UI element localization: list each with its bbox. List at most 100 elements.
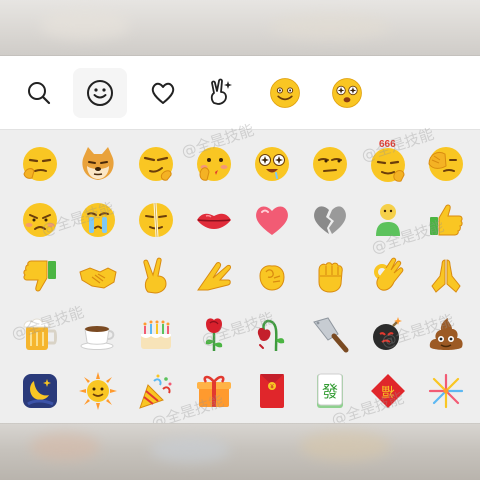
fortune-character: 福 — [381, 383, 394, 398]
star-eyes-face-icon — [332, 78, 362, 108]
emoji-beer[interactable] — [19, 313, 61, 355]
emoji-fortune[interactable]: 福 — [367, 370, 409, 412]
thumbs-up-icon — [430, 204, 463, 236]
emoji-victory[interactable] — [135, 255, 177, 297]
facepalm-face-icon — [428, 147, 463, 181]
emoji-broken-heart[interactable] — [309, 199, 351, 241]
rose-icon — [205, 318, 223, 351]
blurred-background-bottom — [0, 423, 480, 480]
smiley-outline-icon — [87, 80, 113, 106]
emoji-cool[interactable] — [135, 143, 177, 185]
emoji-crying[interactable] — [77, 199, 119, 241]
birthday-cake-icon — [141, 320, 171, 349]
tab-wow[interactable] — [320, 68, 374, 118]
tab-search[interactable] — [12, 68, 66, 118]
emoji-wilted-rose[interactable] — [251, 313, 293, 355]
emoji-bandaged[interactable] — [135, 199, 177, 241]
emoji-coffee[interactable] — [77, 313, 119, 355]
cool-sunglasses-face-icon — [139, 147, 173, 181]
victory-hand-icon — [143, 257, 167, 294]
emoji-panel: 666 ¥ 發 福 @全是技能 @全是技能 @全是技能 @全是技能 @全是技能 … — [0, 56, 480, 423]
kitchen-knife-icon — [313, 317, 349, 353]
moon-night-icon — [23, 374, 57, 408]
crying-face-icon — [81, 203, 115, 237]
emoji-rose[interactable] — [193, 313, 235, 355]
victory-hand-icon — [210, 78, 232, 105]
heart-outline-icon — [151, 82, 175, 104]
doge-icon — [82, 147, 114, 180]
emoji-star-eyes-drool[interactable] — [251, 143, 293, 185]
emoji-fireworks[interactable] — [425, 370, 467, 412]
sun-face-icon — [79, 372, 117, 410]
party-popper-icon — [139, 374, 172, 409]
emoji-party-popper[interactable] — [135, 370, 177, 412]
emoji-thumbs-up[interactable] — [425, 199, 467, 241]
666-badge: 666 — [379, 139, 396, 150]
gift-box-icon — [197, 375, 231, 407]
666-face-icon — [371, 148, 405, 182]
emoji-knife[interactable] — [309, 313, 351, 355]
emoji-green-figure[interactable] — [367, 199, 409, 241]
fist-bump-icon — [259, 265, 285, 291]
emoji-fist[interactable] — [309, 255, 351, 297]
heart-icon — [256, 206, 288, 235]
emoji-moon-night[interactable] — [19, 370, 61, 412]
emoji-grid: 666 ¥ 發 福 — [0, 130, 480, 423]
red-envelope-icon: ¥ — [260, 374, 284, 408]
slap-hand-icon — [197, 262, 231, 291]
tab-gestures[interactable] — [193, 68, 247, 118]
handshake-icon — [79, 267, 117, 289]
tab-favorites[interactable] — [136, 68, 190, 118]
green-figure-icon — [376, 204, 400, 236]
emoji-slap-hand[interactable] — [193, 255, 235, 297]
beer-mug-icon — [23, 318, 57, 350]
emoji-fist-bump[interactable] — [251, 255, 293, 297]
fireworks-icon — [428, 373, 464, 409]
emoji-ok-hand[interactable] — [367, 255, 409, 297]
emoji-lips[interactable] — [193, 199, 235, 241]
blurred-background-top — [0, 0, 480, 56]
emoji-heart[interactable] — [251, 199, 293, 241]
emoji-handshake[interactable] — [77, 255, 119, 297]
emoji-side-eye[interactable] — [309, 143, 351, 185]
thumbs-down-icon — [23, 260, 56, 292]
mahjong-fa-tile-icon: 發 — [317, 373, 343, 408]
bomb-icon — [373, 317, 402, 350]
emoji-poop[interactable] — [425, 313, 467, 355]
side-eye-face-icon — [313, 147, 347, 181]
emoji-mahjong[interactable]: 發 — [309, 370, 351, 412]
smirk-hand-face-icon — [23, 147, 57, 181]
emoji-praying-hands[interactable] — [425, 255, 467, 297]
emoji-smirk-hand[interactable] — [19, 143, 61, 185]
emoji-doge[interactable] — [77, 143, 119, 185]
emoji-666[interactable]: 666 — [367, 139, 409, 185]
emoji-sun[interactable] — [77, 370, 119, 412]
emoji-gift[interactable] — [193, 370, 235, 412]
fist-icon — [318, 262, 343, 293]
wilted-rose-icon — [257, 319, 285, 352]
pouting-face-icon — [23, 203, 57, 237]
smile-face-icon — [270, 78, 300, 108]
tab-emoji[interactable] — [73, 68, 127, 118]
emoji-blowing-kiss[interactable] — [193, 143, 235, 185]
mahjong-character: 發 — [322, 382, 338, 401]
emoji-toolbar — [0, 56, 480, 130]
lips-icon — [197, 213, 231, 229]
ok-hand-icon — [374, 257, 404, 291]
broken-heart-icon — [314, 206, 346, 234]
emoji-facepalm[interactable] — [425, 143, 467, 185]
coffee-cup-icon — [80, 326, 115, 350]
search-icon — [28, 82, 51, 105]
blowing-kiss-face-icon — [197, 147, 231, 181]
emoji-thumbs-down[interactable] — [19, 255, 61, 297]
poop-icon — [429, 318, 463, 350]
praying-hands-icon — [431, 259, 461, 293]
bandaged-face-icon — [139, 202, 173, 238]
emoji-cake[interactable] — [135, 313, 177, 355]
emoji-pouting[interactable] — [19, 199, 61, 241]
tab-classic-smile[interactable] — [258, 68, 312, 118]
emoji-bomb[interactable] — [367, 313, 409, 355]
emoji-red-envelope[interactable]: ¥ — [251, 370, 293, 412]
fortune-fu-icon: 福 — [371, 374, 405, 408]
star-eyes-drool-face-icon — [255, 147, 289, 181]
